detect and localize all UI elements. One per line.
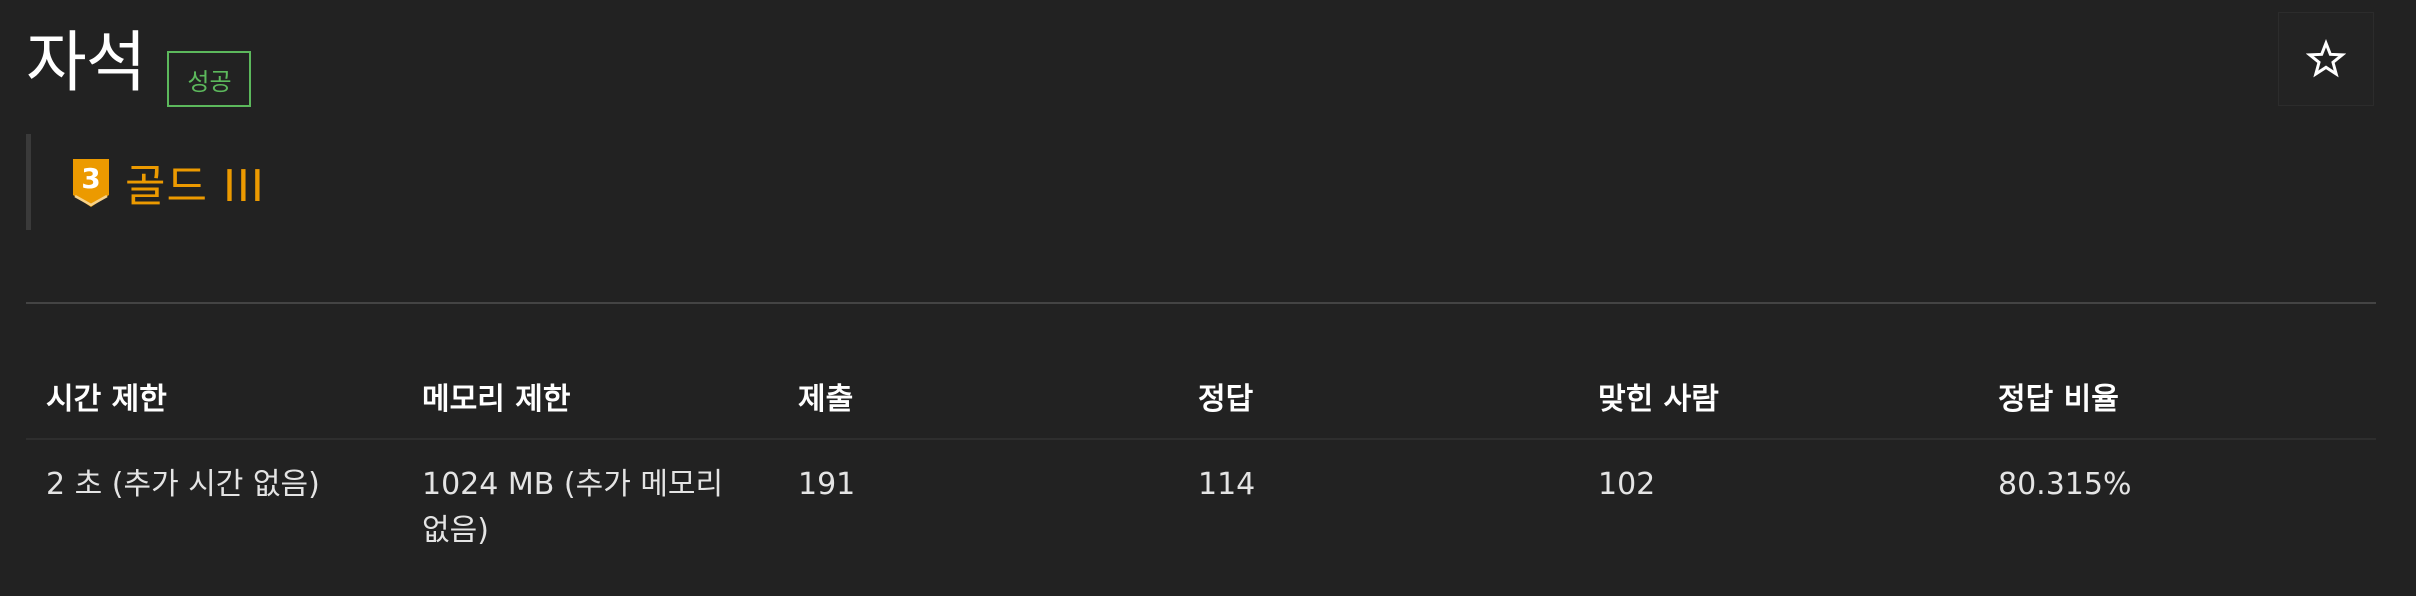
header-accepted: 정답 [1178,360,1578,440]
tier-level-number: 3 [81,162,100,195]
gold-tier-icon: 3 [73,159,109,207]
cell-solved-users: 102 [1598,467,1656,502]
cell-accept-ratio: 80.315% [1998,467,2132,502]
favorite-button[interactable] [2278,12,2374,106]
cell-submissions: 191 [798,467,856,502]
tier-block: 3 골드 III [26,134,265,230]
cell-time-limit: 2 초 (추가 시간 없음) [46,467,320,502]
header-accept-ratio: 정답 비율 [1978,360,2376,440]
problem-header: 자석 성공 [26,18,252,108]
header-memory-limit: 메모리 제한 [402,360,778,440]
page-title: 자석 [26,24,146,101]
tier-label: 골드 III [125,161,265,212]
divider [26,302,2376,304]
problem-info-table: 시간 제한 메모리 제한 제출 정답 맞힌 사람 정답 비율 2 초 (추가 시… [26,360,2376,554]
cell-accepted: 114 [1198,467,1256,502]
table-row: 2 초 (추가 시간 없음) 1024 MB (추가 메모리 없음) 191 1… [26,439,2376,554]
cell-memory-limit: 1024 MB (추가 메모리 없음) [422,467,724,548]
header-time-limit: 시간 제한 [26,360,402,440]
header-submissions: 제출 [778,360,1178,440]
header-solved-users: 맞힌 사람 [1578,360,1978,440]
star-icon [2306,39,2346,78]
status-badge: 성공 [167,51,252,107]
table-header-row: 시간 제한 메모리 제한 제출 정답 맞힌 사람 정답 비율 [26,360,2376,440]
